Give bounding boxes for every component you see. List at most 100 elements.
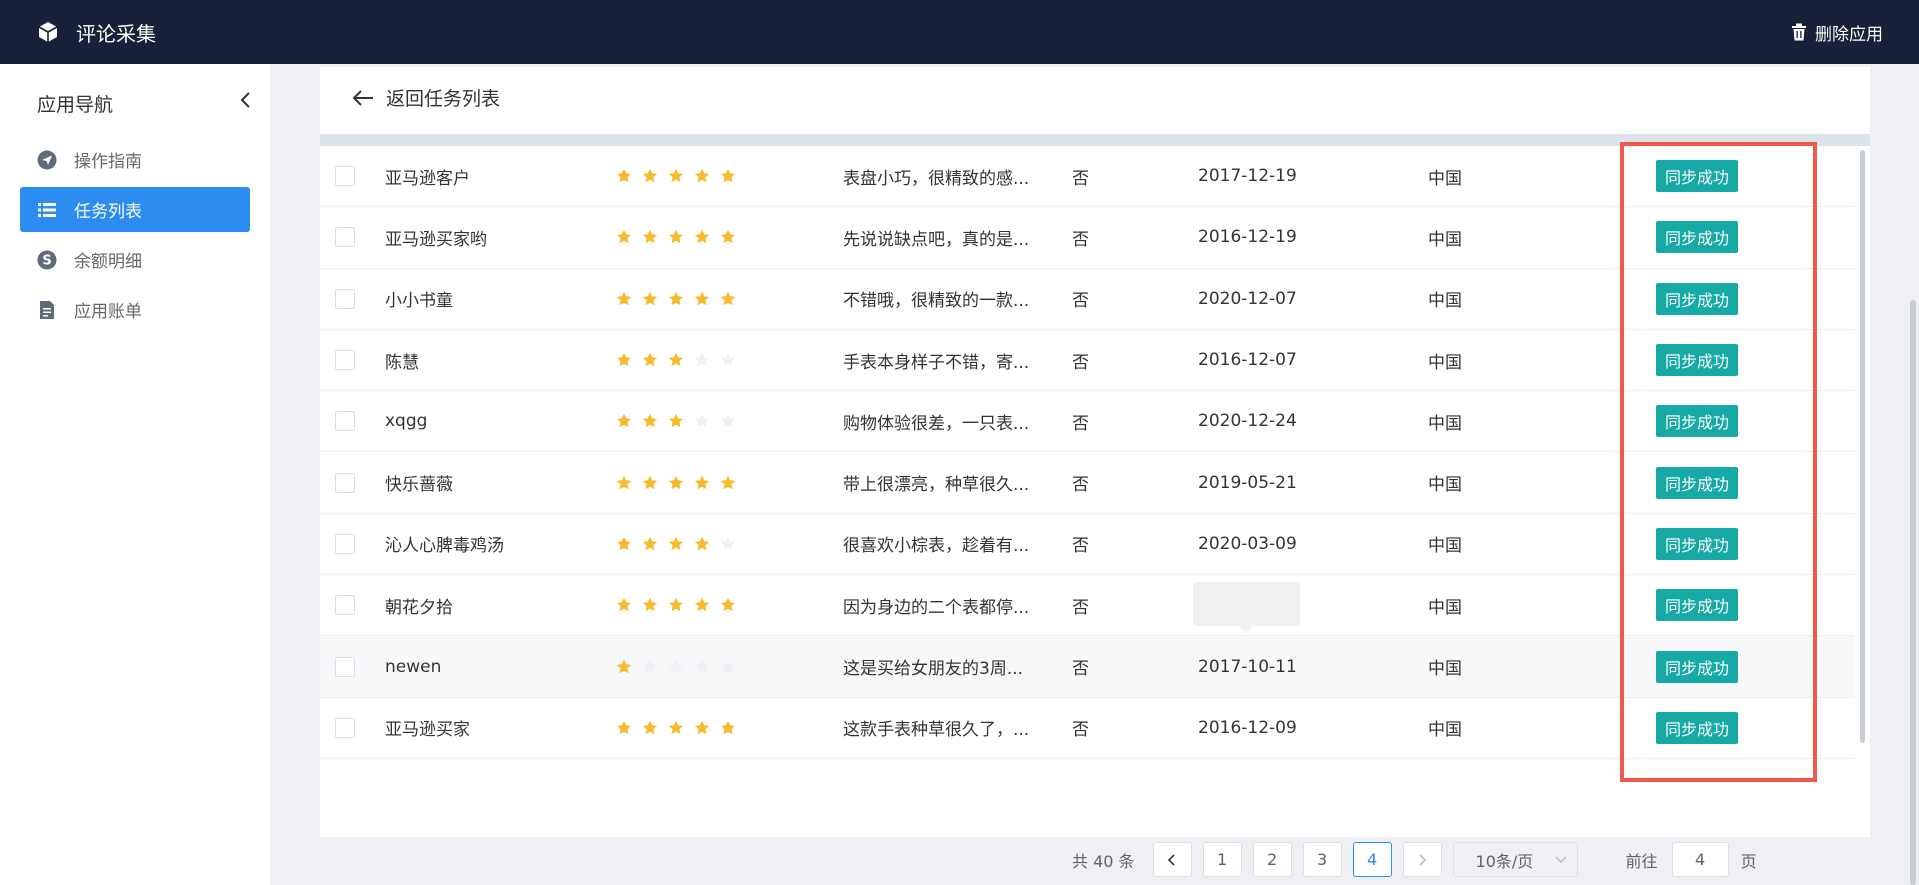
reviewer-name: 亚马逊客户	[385, 168, 470, 189]
star-icon	[668, 536, 684, 551]
star-icon	[616, 352, 632, 367]
review-flag: 否	[1072, 475, 1089, 496]
star-icon	[616, 168, 632, 183]
star-icon	[616, 659, 632, 673]
review-content: 先说说缺点吧，真的是...	[843, 229, 1030, 250]
back-to-task-list-link[interactable]: 返回任务列表	[352, 84, 500, 111]
star-rating	[616, 720, 746, 736]
review-content: 购物体验很差，一只表...	[843, 413, 1030, 434]
total-count: 共 40 条	[1072, 851, 1135, 871]
sidebar-item-label: 余额明细	[74, 252, 142, 272]
reviewer-name: xqgg	[385, 411, 428, 432]
delete-app-button[interactable]: 删除应用	[1791, 0, 1883, 64]
star-icon	[642, 475, 658, 489]
page-size-select[interactable]: 10条/页	[1452, 842, 1578, 877]
reviewer-name: 朝花夕拾	[385, 597, 453, 618]
row-checkbox[interactable]	[335, 288, 355, 309]
star-icon	[694, 475, 710, 489]
row-checkbox[interactable]	[335, 595, 355, 616]
dollar-icon: S	[36, 249, 58, 271]
table-row[interactable]: 朝花夕拾因为身边的二个表都停...否2019-09-21中国同步成功	[320, 575, 1855, 637]
comments-table: 亚马逊客户 表盘小巧，很精致的感... 否 2017-12-19 中国 同步成功 亚马逊买家…	[320, 146, 1855, 759]
sync-status-badge: 同步成功	[1656, 344, 1739, 377]
review-flag: 否	[1072, 229, 1089, 250]
sidebar-item-guide[interactable]: 操作指南	[20, 137, 250, 182]
send-icon	[36, 149, 58, 171]
top-bar: 评论采集 删除应用	[0, 0, 1919, 64]
page-button-1[interactable]: 1	[1202, 842, 1242, 877]
star-icon	[694, 414, 710, 428]
review-content: 手表本身样子不错，寄...	[843, 352, 1030, 373]
page-button-4[interactable]: 4	[1352, 842, 1392, 877]
table-row[interactable]: newen 这是买给女朋友的3周... 否 2017-10-11 中国 同步成功	[320, 636, 1855, 698]
date-tooltip	[1193, 582, 1300, 633]
sidebar-menu: 操作指南 任务列表 S 余额明细 应用账单	[20, 137, 250, 337]
table-scrollbar[interactable]	[1860, 150, 1865, 743]
sidebar-title: 应用导航	[37, 94, 114, 116]
table-row[interactable]: xqgg 购物体验很差，一只表... 否 2020-12-24 中国 同步成功	[320, 391, 1855, 453]
star-icon	[668, 352, 684, 367]
sidebar-item-task-list[interactable]: 任务列表	[20, 187, 250, 232]
list-icon	[36, 199, 58, 221]
star-icon	[694, 291, 710, 306]
review-flag: 否	[1072, 597, 1089, 618]
sync-status-badge: 同步成功	[1656, 589, 1739, 622]
sidebar-item-bills[interactable]: 应用账单	[20, 287, 250, 332]
star-icon	[720, 536, 736, 551]
sync-status-badge: 同步成功	[1656, 282, 1739, 315]
sync-status-badge: 同步成功	[1656, 527, 1739, 560]
page-button-3[interactable]: 3	[1302, 842, 1342, 877]
reviewer-name: 快乐蔷薇	[385, 475, 453, 496]
chevron-down-icon	[1555, 856, 1567, 863]
table-row[interactable]: 亚马逊买家哟 先说说缺点吧，真的是... 否 2016-12-19 中国 同步成功	[320, 207, 1855, 269]
table-row[interactable]: 亚马逊买家 这款手表种草很久了，... 否 2016-12-09 中国 同步成功	[320, 698, 1855, 759]
review-content: 不错哦，很精致的一款...	[843, 291, 1030, 312]
table-row[interactable]: 沁人心脾毒鸡汤 很喜欢小棕表，趁着有... 否 2020-03-09 中国 同步成功	[320, 514, 1855, 576]
review-content: 带上很漂亮，种草很久...	[843, 475, 1030, 496]
sidebar-item-balance[interactable]: S 余额明细	[20, 237, 250, 282]
star-icon	[668, 720, 684, 735]
star-icon	[694, 720, 710, 735]
table-row[interactable]: 小小书童 不错哦，很精致的一款... 否 2020-12-07 中国 同步成功	[320, 269, 1855, 330]
review-date: 2017-10-11	[1198, 656, 1297, 677]
table-row[interactable]: 快乐蔷薇 带上很漂亮，种草很久... 否 2019-05-21 中国 同步成功	[320, 452, 1855, 514]
star-icon	[668, 168, 684, 183]
star-icon	[616, 414, 632, 428]
chevron-left-icon[interactable]	[238, 88, 254, 112]
table-row[interactable]: 亚马逊客户 表盘小巧，很精致的感... 否 2017-12-19 中国 同步成功	[320, 146, 1855, 208]
star-icon	[668, 475, 684, 489]
sidebar-item-label: 任务列表	[74, 202, 142, 222]
row-checkbox[interactable]	[335, 656, 355, 677]
sidebar-item-label: 应用账单	[74, 302, 142, 322]
review-date: 2016-12-09	[1198, 717, 1297, 738]
row-checkbox[interactable]	[335, 350, 355, 371]
goto-page-input[interactable]	[1671, 842, 1729, 877]
row-checkbox[interactable]	[335, 227, 355, 248]
star-icon	[694, 168, 710, 183]
review-country: 中国	[1428, 536, 1462, 557]
table-row[interactable]: 陈慧 手表本身样子不错，寄... 否 2016-12-07 中国 同步成功	[320, 330, 1855, 392]
prev-page-button[interactable]	[1152, 842, 1192, 877]
star-icon	[616, 598, 632, 612]
review-date: 2017-12-19	[1198, 166, 1297, 187]
star-icon	[720, 414, 736, 428]
reviewer-name: 陈慧	[385, 352, 419, 373]
next-page-button[interactable]	[1402, 842, 1442, 877]
star-icon	[616, 291, 632, 306]
star-icon	[720, 475, 736, 489]
page-button-2[interactable]: 2	[1252, 842, 1292, 877]
star-icon	[720, 659, 736, 673]
chevron-left-icon	[1167, 853, 1175, 866]
review-flag: 否	[1072, 720, 1089, 741]
row-checkbox[interactable]	[335, 717, 355, 738]
row-checkbox[interactable]	[335, 166, 355, 187]
review-country: 中国	[1428, 597, 1462, 618]
row-checkbox[interactable]	[335, 533, 355, 554]
review-date: 2020-12-24	[1198, 411, 1297, 432]
star-rating	[616, 168, 746, 184]
page-scrollbar[interactable]	[1910, 300, 1916, 885]
review-content: 因为身边的二个表都停...	[843, 597, 1030, 618]
review-country: 中国	[1428, 168, 1462, 189]
row-checkbox[interactable]	[335, 411, 355, 432]
row-checkbox[interactable]	[335, 472, 355, 493]
